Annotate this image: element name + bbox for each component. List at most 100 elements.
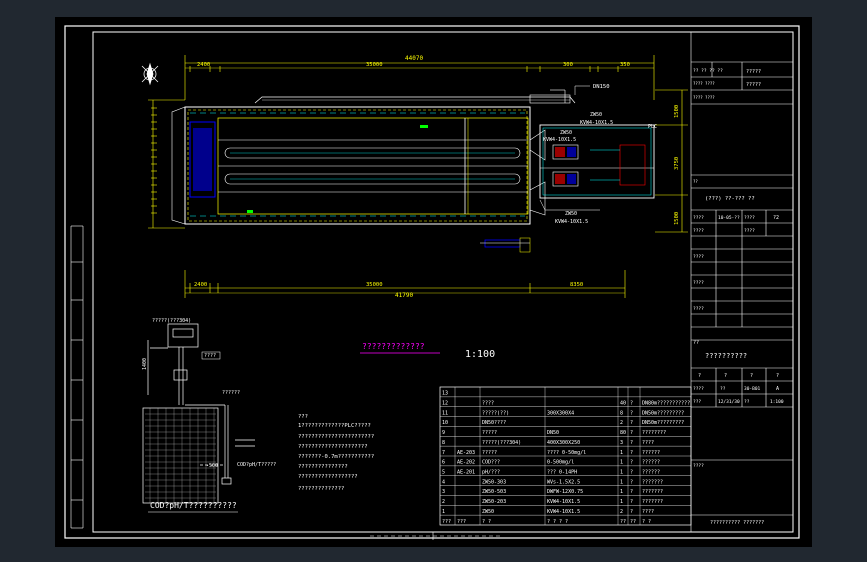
tb-sheet-r2-1: ??: [720, 386, 726, 392]
instrument-label: ????: [204, 353, 216, 359]
pump-bottom-label: ZW50: [565, 211, 577, 217]
tb-sheet-r1-3: ?: [776, 373, 779, 379]
table-cell: ???: [442, 519, 451, 525]
level-label: -500: [206, 463, 218, 469]
table-cell: 400X300X250: [547, 440, 580, 446]
tb-owner-label: ????: [693, 463, 704, 469]
table-cell: 0-500mg/l: [547, 460, 574, 466]
table-cell: 80: [620, 430, 626, 436]
dim-top-total: 44070: [405, 55, 423, 62]
dim-top-seg-1: 2400: [197, 62, 210, 68]
tb-project-label: ??: [693, 340, 699, 346]
table-cell: 1: [620, 499, 623, 505]
tb-sheet-r1-0: ?: [698, 373, 701, 379]
table-cell: DN80m???????????: [642, 401, 690, 407]
table-cell: ?: [630, 420, 633, 426]
table-cell: WVs-1.5X2.5: [547, 479, 580, 485]
table-cell: 12: [442, 401, 448, 407]
table-cell: KVW4-10X1.5: [547, 499, 580, 505]
note-line: ??????????????????: [298, 474, 358, 480]
tb-row-c-0: ????: [693, 254, 704, 260]
tb-project-name: ??????????: [705, 352, 747, 360]
pump-mid-spec: KVW4-10X1.5: [543, 137, 576, 143]
tb-row-d-0: ????: [693, 280, 704, 286]
tb-row-b-0: ????: [693, 228, 704, 234]
tb-row-a-0: ????: [693, 215, 704, 221]
note-line: ???????-0.7m???????????: [298, 454, 374, 460]
dim-bottom-total: 41790: [395, 292, 413, 299]
table-cell: ?: [630, 440, 633, 446]
notes-heading: ???: [298, 414, 308, 420]
table-cell: DN50m?????????: [642, 420, 684, 426]
table-cell: ?: [630, 470, 633, 476]
table-cell: ZW50-503: [482, 489, 506, 495]
table-cell: ????: [642, 509, 654, 515]
table-cell: COD???: [482, 460, 500, 466]
elev-label: 1400: [142, 358, 148, 370]
table-cell: ???????: [642, 479, 663, 485]
dim-right-1: 1500: [674, 105, 680, 118]
note-line: 1?????????????PLC?????: [298, 423, 371, 429]
table-cell: 10: [442, 420, 448, 426]
tb-sheet-r3-0: ???: [693, 399, 701, 405]
table-cell: ?????(??): [482, 410, 509, 416]
table-cell: ????: [642, 440, 654, 446]
tb-row-b-2: ????: [744, 228, 755, 234]
tb-r1-b: ?????: [746, 82, 761, 88]
tb-sheet-r3-3: 1:100: [770, 399, 784, 405]
tb-sheet-r3-1: 12/31/30: [718, 399, 740, 405]
tb-sheet-r2-0: ????: [693, 386, 704, 392]
table-cell: ?: [630, 460, 633, 466]
table-cell: 8: [620, 410, 623, 416]
table-cell: 6: [442, 460, 445, 466]
table-cell: DN50????: [482, 420, 506, 426]
table-cell: 4: [442, 479, 445, 485]
table-cell: ?: [630, 499, 633, 505]
table-cell: 1: [620, 450, 623, 456]
table-cell: 2: [442, 499, 445, 505]
pipe-label: DN150: [593, 84, 610, 90]
table-cell: ????: [482, 401, 494, 407]
tb-sheet-r3-2: ??: [744, 399, 750, 405]
table-cell: ??????: [642, 470, 660, 476]
cad-drawing-canvas: 44070 2400 35000 300 350 1500 3750 1500: [55, 17, 812, 547]
tb-r1-a: ?? ?? ?? ??: [693, 68, 723, 74]
table-cell: 8: [442, 440, 445, 446]
table-cell: 2: [620, 509, 623, 515]
table-cell: 11: [442, 410, 448, 416]
table-cell: DWFW-12X0.75: [547, 489, 583, 495]
table-cell: 3: [442, 489, 445, 495]
plan-scale: 1:100: [465, 349, 495, 360]
table-cell: ?????: [482, 450, 497, 456]
table-cell: 3: [620, 440, 623, 446]
table-cell: ?: [630, 489, 633, 495]
table-cell: KVW4-10X1.5: [547, 509, 580, 515]
controller-label: ?????(???304): [152, 318, 191, 324]
table-cell: ????????: [642, 430, 666, 436]
tb-sheet-r1-2: ?: [750, 373, 753, 379]
table-cell: AE-203: [457, 450, 475, 456]
table-cell: ?: [630, 401, 633, 407]
table-cell: ??????: [642, 460, 660, 466]
table-cell: ?: [630, 430, 633, 436]
table-cell: ? ? ? ?: [547, 519, 568, 525]
tb-sheet-r1-1: ?: [724, 373, 727, 379]
tb-r1-c: ?????: [746, 69, 761, 75]
tb-row-e-0: ????: [693, 306, 704, 312]
dim-right-3: 1500: [674, 212, 680, 225]
tb-r2: ???? ????: [693, 81, 715, 86]
tb-r4-a: ??: [693, 179, 698, 184]
table-cell: AE-201: [457, 470, 475, 476]
probe-label: COD?pH/T?????: [237, 462, 276, 468]
note-line: ?????????????????????: [298, 444, 368, 450]
note-line: ??????????????: [298, 486, 344, 492]
note-line: ???????????????: [298, 464, 348, 470]
table-cell: ???????: [642, 489, 663, 495]
table-cell: AE-202: [457, 460, 475, 466]
table-cell: pH/???: [482, 470, 500, 476]
table-cell: 13: [442, 391, 448, 397]
table-cell: ?????(???304): [482, 440, 521, 446]
table-cell: ZW50-203: [482, 499, 506, 505]
table-cell: ???: [457, 519, 466, 525]
table-cell: ?: [630, 450, 633, 456]
